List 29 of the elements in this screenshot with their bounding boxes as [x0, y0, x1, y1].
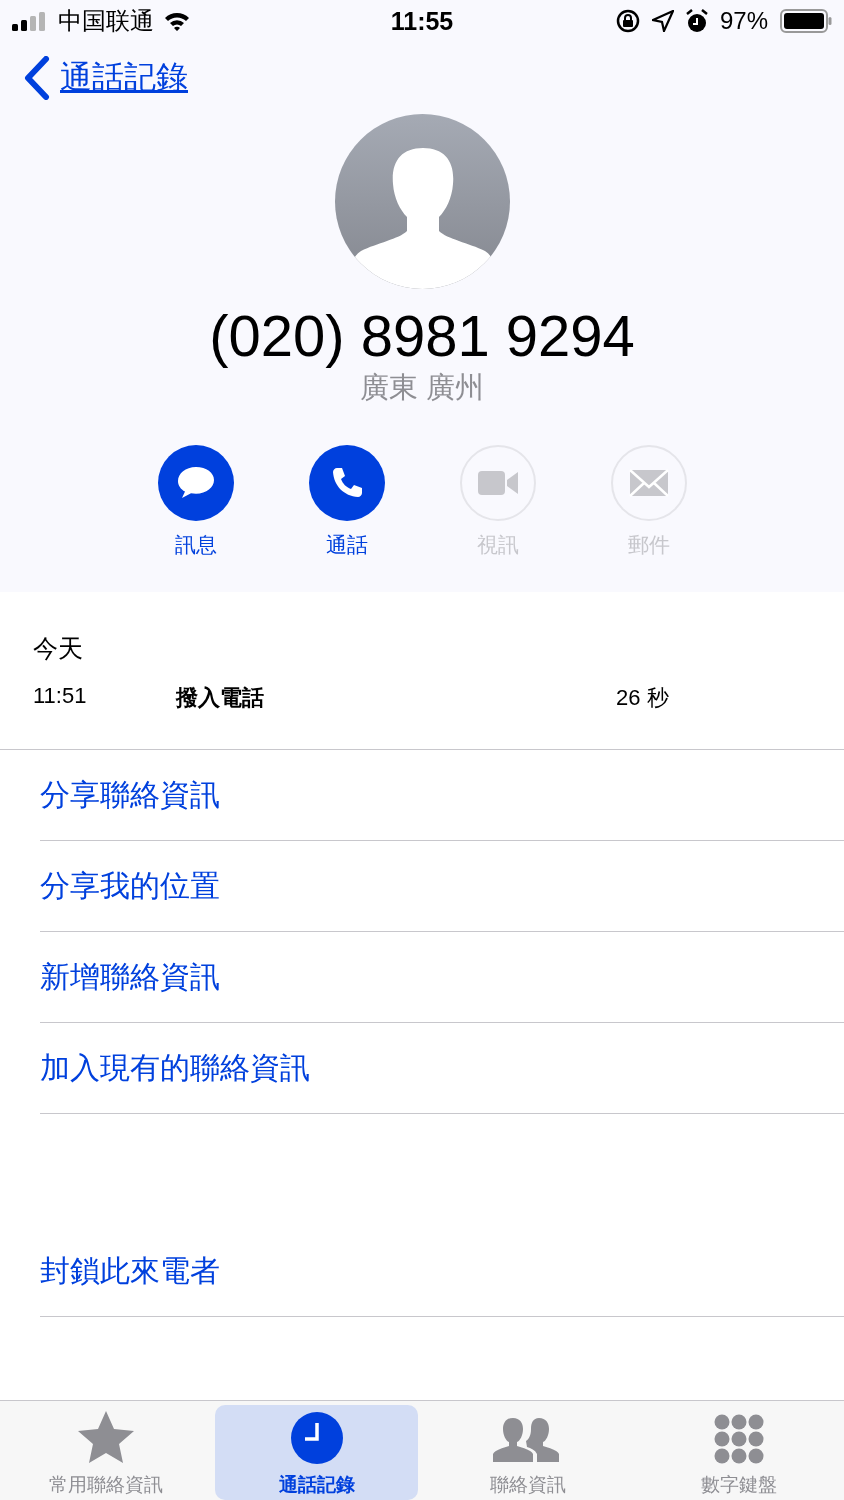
- call-time: 11:51: [33, 683, 88, 710]
- clock-time: 11:55: [390, 6, 454, 35]
- speech-bubble-icon: [175, 465, 216, 501]
- back-button[interactable]: 通話記錄: [24, 56, 188, 100]
- block-caller-link[interactable]: 封鎖此來電者: [40, 1250, 220, 1292]
- star-icon: [76, 1410, 135, 1464]
- chevron-left-icon: [24, 56, 50, 100]
- video-camera-icon: [476, 470, 519, 496]
- rotation-lock-icon: [615, 9, 640, 33]
- tab-bar-item[interactable]: 通話記錄: [215, 1405, 418, 1500]
- battery-percentage: 97%: [719, 7, 768, 35]
- call-type: 撥入電話: [176, 684, 265, 712]
- battery-icon: [780, 9, 832, 33]
- contact-option-link[interactable]: 分享我的位置: [40, 865, 220, 907]
- call-duration: 26 秒: [616, 684, 670, 712]
- wifi-icon: [164, 11, 190, 31]
- call-date-heading: 今天: [33, 633, 84, 664]
- keypad-icon: [713, 1414, 764, 1464]
- location-arrow-icon: [651, 10, 674, 32]
- alarm-clock-icon: [685, 9, 708, 33]
- envelope-icon: [628, 469, 669, 497]
- carrier-name: 中国联通: [58, 6, 154, 36]
- contact-option-link[interactable]: 加入現有的聯絡資訊: [40, 1047, 310, 1089]
- contact-option-link[interactable]: 分享聯絡資訊: [40, 774, 220, 816]
- signal-icon: [12, 11, 48, 31]
- phone-location: 廣東 廣州: [358, 370, 486, 405]
- phone-number: (020) 8981 9294: [208, 303, 636, 369]
- clock-icon: [290, 1412, 343, 1464]
- contact-option-link[interactable]: 新增聯絡資訊: [40, 956, 220, 998]
